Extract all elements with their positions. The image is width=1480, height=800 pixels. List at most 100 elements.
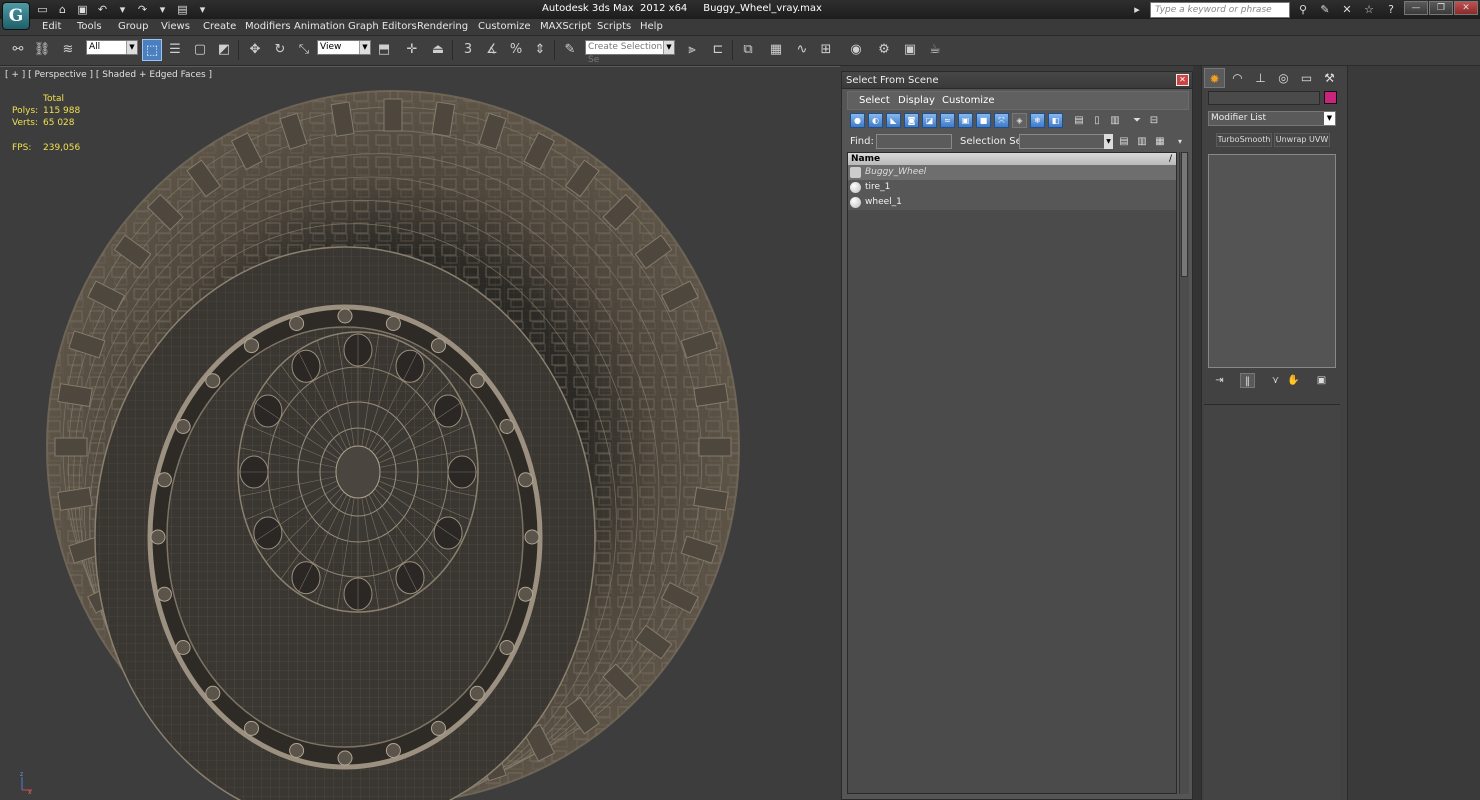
find-input[interactable]	[876, 134, 952, 149]
mirror-icon[interactable]: ⫸	[682, 39, 702, 61]
dialog-menu-select[interactable]: Select	[859, 95, 890, 106]
reference-coordinate-dropdown[interactable]: View ▼	[317, 40, 371, 55]
edit-named-selection-icon[interactable]: ✎	[560, 39, 580, 61]
object-color-swatch[interactable]	[1324, 91, 1337, 104]
object-name-field[interactable]	[1208, 91, 1320, 105]
display-bones-icon[interactable]: ⤧	[994, 113, 1009, 128]
window-crossing-icon[interactable]: ◩	[214, 39, 234, 61]
filter-icon[interactable]: ⏷	[1130, 113, 1144, 128]
dialog-title-bar[interactable]: Select From Scene ✕	[842, 72, 1192, 89]
quick-access-dropdown-icon[interactable]: ▾	[194, 2, 211, 17]
selection-set-dropdown[interactable]	[1019, 134, 1105, 149]
display-space-warps-icon[interactable]: ≈	[940, 113, 955, 128]
redo-icon[interactable]: ↷	[134, 2, 151, 17]
material-editor-icon[interactable]: ◉	[846, 39, 866, 61]
display-all-icon[interactable]: ▤	[1072, 113, 1086, 128]
undo-icon[interactable]: ↶	[94, 2, 111, 17]
display-shapes-icon[interactable]: ◐	[868, 113, 883, 128]
align-icon[interactable]: ⊏	[708, 39, 728, 61]
schematic-view-icon[interactable]: ⊞	[816, 39, 836, 61]
selection-filter-dropdown[interactable]: All ▼	[86, 40, 138, 55]
menu-customize[interactable]: Customize	[478, 21, 531, 32]
rendered-frame-window-icon[interactable]: ▣	[900, 39, 920, 61]
hierarchy-tab-icon[interactable]: ⊥	[1250, 68, 1271, 88]
add-to-selection-set-icon[interactable]: ▥	[1135, 134, 1149, 149]
list-scrollbar[interactable]	[1179, 152, 1189, 794]
menu-tools[interactable]: Tools	[77, 21, 102, 32]
menu-rendering[interactable]: Rendering	[417, 21, 468, 32]
close-icon[interactable]: ✕	[1176, 74, 1189, 86]
subscription-icon[interactable]: ✎	[1316, 2, 1334, 18]
search-expand-icon[interactable]: ▸	[1128, 2, 1146, 18]
display-lights-icon[interactable]: ◣	[886, 113, 901, 128]
graphite-tools-icon[interactable]: ▦	[766, 39, 786, 61]
list-item[interactable]: wheel_1	[848, 195, 1176, 210]
display-geometry-icon[interactable]: ●	[850, 113, 865, 128]
application-menu-button[interactable]: G	[2, 2, 30, 30]
list-column-header[interactable]: Name /	[848, 153, 1176, 165]
unwrap-uvw-button[interactable]: Unwrap UVW	[1274, 133, 1330, 147]
open-file-icon[interactable]: ⌂	[54, 2, 71, 17]
pin-stack-icon[interactable]: ⇥	[1212, 373, 1227, 388]
display-helpers-icon[interactable]: ◪	[922, 113, 937, 128]
display-containers-icon[interactable]: ◈	[1012, 113, 1027, 128]
bind-to-space-warp-icon[interactable]: ≋	[58, 39, 78, 61]
menu-scripts[interactable]: Scripts	[597, 21, 631, 32]
modifier-stack[interactable]	[1208, 154, 1336, 368]
select-by-name-icon[interactable]: ☰	[165, 39, 185, 61]
menu-maxscript[interactable]: MAXScript	[540, 21, 591, 32]
menu-help[interactable]: Help	[640, 21, 663, 32]
select-and-link-icon[interactable]: ⚯	[8, 39, 28, 61]
modifier-list-dropdown[interactable]: Modifier List ▼	[1208, 111, 1336, 126]
motion-tab-icon[interactable]: ◎	[1273, 68, 1294, 88]
keyboard-shortcut-override-icon[interactable]: ⏏	[428, 39, 448, 61]
display-cameras-icon[interactable]: ◙	[904, 113, 919, 128]
percent-snap-icon[interactable]: %	[506, 39, 526, 61]
menu-create[interactable]: Create	[203, 21, 236, 32]
select-and-rotate-icon[interactable]: ↻	[270, 39, 290, 61]
select-and-move-icon[interactable]: ✥	[245, 39, 265, 61]
remove-modifier-icon[interactable]: ✋	[1286, 373, 1301, 388]
redo-dropdown-icon[interactable]: ▾	[154, 2, 171, 17]
menu-animation[interactable]: Animation	[294, 21, 345, 32]
turbosmooth-button[interactable]: TurboSmooth	[1216, 133, 1272, 147]
hierarchy-filter-icon[interactable]: ⊟	[1147, 113, 1161, 128]
configure-modifier-sets-icon[interactable]: ▣	[1314, 373, 1329, 388]
new-file-icon[interactable]: ▭	[34, 2, 51, 17]
save-file-icon[interactable]: ▣	[74, 2, 91, 17]
layer-manager-icon[interactable]: ⧉	[738, 39, 758, 61]
remove-from-selection-set-icon[interactable]: ▦	[1153, 134, 1167, 149]
render-production-icon[interactable]: ☕	[925, 39, 945, 61]
binoculars-icon[interactable]: ⚲	[1294, 2, 1312, 18]
help-icon[interactable]: ?	[1382, 2, 1400, 18]
menu-edit[interactable]: Edit	[42, 21, 61, 32]
modify-tab-icon[interactable]: ◠	[1227, 68, 1248, 88]
chevron-down-icon[interactable]: ▼	[1104, 134, 1113, 149]
menu-graph-editors[interactable]: Graph Editors	[348, 21, 417, 32]
dialog-menu-customize[interactable]: Customize	[942, 95, 995, 106]
minimize-icon[interactable]: —	[1404, 1, 1428, 15]
communication-center-icon[interactable]: ✕	[1338, 2, 1356, 18]
list-item[interactable]: tire_1	[848, 180, 1176, 195]
viewport-label[interactable]: [ + ] [ Perspective ] [ Shaded + Edged F…	[5, 70, 212, 80]
display-hidden-icon[interactable]: ◧	[1048, 113, 1063, 128]
spinner-snap-icon[interactable]: ⇕	[530, 39, 550, 61]
perspective-viewport[interactable]: [ + ] [ Perspective ] [ Shaded + Edged F…	[0, 66, 840, 800]
list-item[interactable]: Buggy_Wheel	[848, 165, 1176, 180]
display-invert-icon[interactable]: ▥	[1108, 113, 1122, 128]
create-selection-set-icon[interactable]: ▤	[1117, 134, 1131, 149]
named-selection-set-dropdown[interactable]: Create Selection Se ▼	[585, 40, 675, 65]
render-setup-icon[interactable]: ⚙	[874, 39, 894, 61]
show-end-result-icon[interactable]: ‖	[1240, 373, 1255, 388]
snaps-toggle-icon[interactable]: 3	[458, 39, 478, 61]
display-xrefs-icon[interactable]: ■	[976, 113, 991, 128]
scrollbar-thumb[interactable]	[1181, 152, 1188, 277]
menu-modifiers[interactable]: Modifiers	[245, 21, 291, 32]
menu-group[interactable]: Group	[118, 21, 148, 32]
options-dropdown-icon[interactable]: ▾	[1173, 134, 1187, 149]
select-and-scale-icon[interactable]: ⤡	[294, 39, 314, 61]
select-object-icon[interactable]: ⬚	[142, 39, 162, 61]
unlink-selection-icon[interactable]: ⛓	[32, 39, 52, 61]
pivot-center-icon[interactable]: ⬒	[374, 39, 394, 61]
close-icon[interactable]: ✕	[1454, 1, 1478, 15]
